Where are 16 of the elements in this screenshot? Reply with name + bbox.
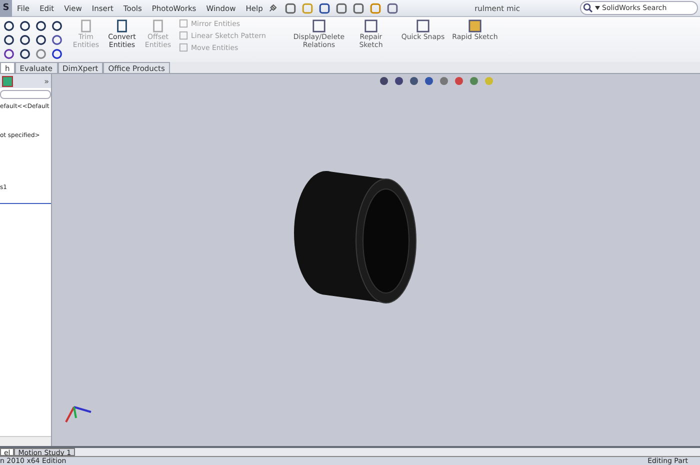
tool-icon (364, 19, 378, 33)
sketch-tools-drawing[interactable] (3, 19, 65, 60)
tool-icon (115, 19, 129, 33)
tool-icon (468, 19, 482, 33)
scroll-bar[interactable] (0, 436, 51, 446)
app-logo[interactable]: S (0, 0, 12, 16)
tool-icon (79, 19, 93, 33)
tool-icon (312, 19, 326, 33)
search-icon (583, 3, 593, 13)
filter-field[interactable] (0, 90, 51, 99)
pin-icon[interactable] (268, 4, 277, 12)
expand-button[interactable]: » (44, 76, 49, 86)
tool-icon (151, 19, 165, 33)
caret-icon[interactable] (595, 6, 600, 10)
tool-icon (416, 19, 430, 33)
display-manager-icon[interactable] (2, 76, 13, 86)
